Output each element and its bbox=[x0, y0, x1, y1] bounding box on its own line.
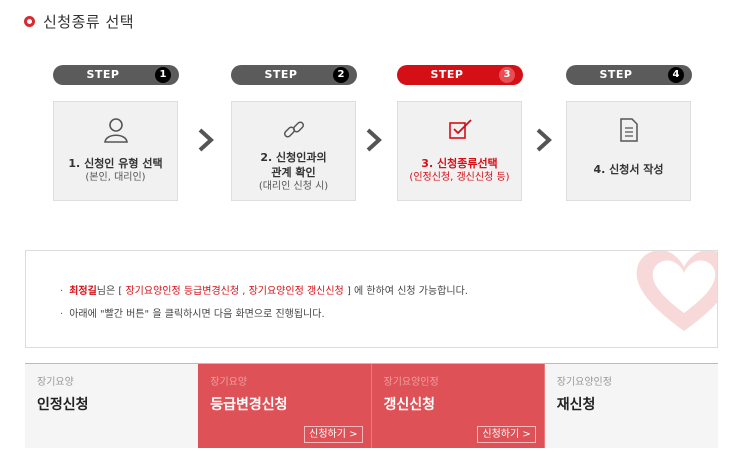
step-pill-1: STEP 1 bbox=[53, 65, 179, 85]
step-number: 3 bbox=[499, 67, 515, 83]
notice-line-1: · 최정길님은 [ 장기요양인정 등급변경신청 , 장기요양인정 갱신신청 ] 에… bbox=[60, 282, 468, 297]
section-title-text: 신청종류 선택 bbox=[43, 12, 135, 31]
tab-title: 인정신청 bbox=[37, 397, 89, 413]
step-label: STEP bbox=[430, 68, 464, 81]
step-pill-4: STEP 4 bbox=[566, 65, 692, 85]
user-name: 최정길 bbox=[69, 286, 97, 297]
apply-button[interactable]: 신청하기 > bbox=[304, 426, 363, 443]
step-label: STEP bbox=[264, 68, 298, 81]
tab-title: 갱신신청 bbox=[383, 397, 436, 413]
step-text-line2: 관계 확인 bbox=[271, 166, 316, 179]
step-box-2: 2. 신청인과의 관계 확인 (대리인 신청 시) bbox=[231, 101, 356, 201]
chevron-right-icon bbox=[536, 128, 552, 152]
bullet-dot: · bbox=[60, 309, 64, 320]
step-text: 2. 신청인과의 bbox=[260, 151, 327, 164]
tab-title: 등급변경신청 bbox=[210, 397, 288, 413]
tab-title: 재신청 bbox=[556, 397, 596, 413]
notice-text-pre: 님은 [ bbox=[96, 286, 123, 297]
step-subtext: (인정신청, 갱신신청 등) bbox=[409, 172, 510, 183]
tab-category: 장기요양 bbox=[210, 377, 248, 388]
step-box-3: 3. 신청종류선택 (인정신청, 갱신신청 등) bbox=[397, 101, 522, 201]
tab-reapplication: 장기요양인정 재신청 bbox=[544, 364, 718, 448]
notice-instruction: 아래에 "빨간 버튼" 을 클릭하시면 다음 화면으로 진행됩니다. bbox=[69, 309, 325, 320]
step-label: STEP bbox=[599, 68, 633, 81]
step-subtext: (본인, 대리인) bbox=[85, 172, 146, 183]
eligible-items: 장기요양인정 등급변경신청 , 장기요양인정 갱신신청 bbox=[125, 286, 344, 297]
bullet-ring-icon bbox=[24, 15, 35, 27]
checkbox-icon bbox=[398, 112, 521, 148]
tab-certification-application: 장기요양 인정신청 bbox=[25, 364, 199, 448]
step-box-1: 1. 신청인 유형 선택 (본인, 대리인) bbox=[53, 101, 178, 201]
notice-box: · 최정길님은 [ 장기요양인정 등급변경신청 , 장기요양인정 갱신신청 ] 에… bbox=[25, 250, 718, 348]
section-title: 신청종류 선택 bbox=[24, 10, 134, 32]
step-number: 2 bbox=[333, 67, 349, 83]
notice-text-post: ] 에 한하여 신청 가능합니다. bbox=[346, 286, 468, 297]
chevron-right-icon bbox=[198, 128, 214, 152]
tab-category: 장기요양인정 bbox=[383, 377, 439, 388]
person-icon bbox=[54, 112, 177, 148]
tab-category: 장기요양 bbox=[37, 377, 74, 388]
notice-line-2: · 아래에 "빨간 버튼" 을 클릭하시면 다음 화면으로 진행됩니다. bbox=[60, 305, 325, 320]
bullet-dot: · bbox=[60, 286, 64, 297]
tab-renewal-application[interactable]: 장기요양인정 갱신신청 신청하기 > bbox=[371, 364, 545, 448]
document-icon bbox=[567, 112, 690, 148]
step-subtext: (대리인 신청 시) bbox=[258, 181, 329, 192]
step-number: 4 bbox=[668, 67, 684, 83]
step-label: STEP bbox=[86, 68, 120, 81]
step-pill-2: STEP 2 bbox=[231, 65, 357, 85]
step-pill-3: STEP 3 bbox=[397, 65, 523, 85]
heart-icon bbox=[636, 251, 717, 331]
link-icon bbox=[232, 112, 355, 148]
chevron-right-icon bbox=[366, 128, 382, 152]
tab-grade-change-application[interactable]: 장기요양 등급변경신청 신청하기 > bbox=[198, 364, 372, 448]
step-text: 4. 신청서 작성 bbox=[593, 163, 664, 176]
step-text: 1. 신청인 유형 선택 bbox=[68, 157, 163, 170]
step-number: 1 bbox=[155, 67, 171, 83]
cropped-header-text bbox=[40, 0, 240, 4]
apply-button[interactable]: 신청하기 > bbox=[477, 426, 536, 443]
step-box-4: 4. 신청서 작성 bbox=[566, 101, 691, 201]
application-type-tabs: 장기요양 인정신청 장기요양 등급변경신청 신청하기 > 장기요양인정 갱신신청… bbox=[25, 363, 718, 448]
step-text: 3. 신청종류선택 bbox=[421, 157, 498, 170]
tab-category: 장기요양인정 bbox=[556, 377, 612, 388]
